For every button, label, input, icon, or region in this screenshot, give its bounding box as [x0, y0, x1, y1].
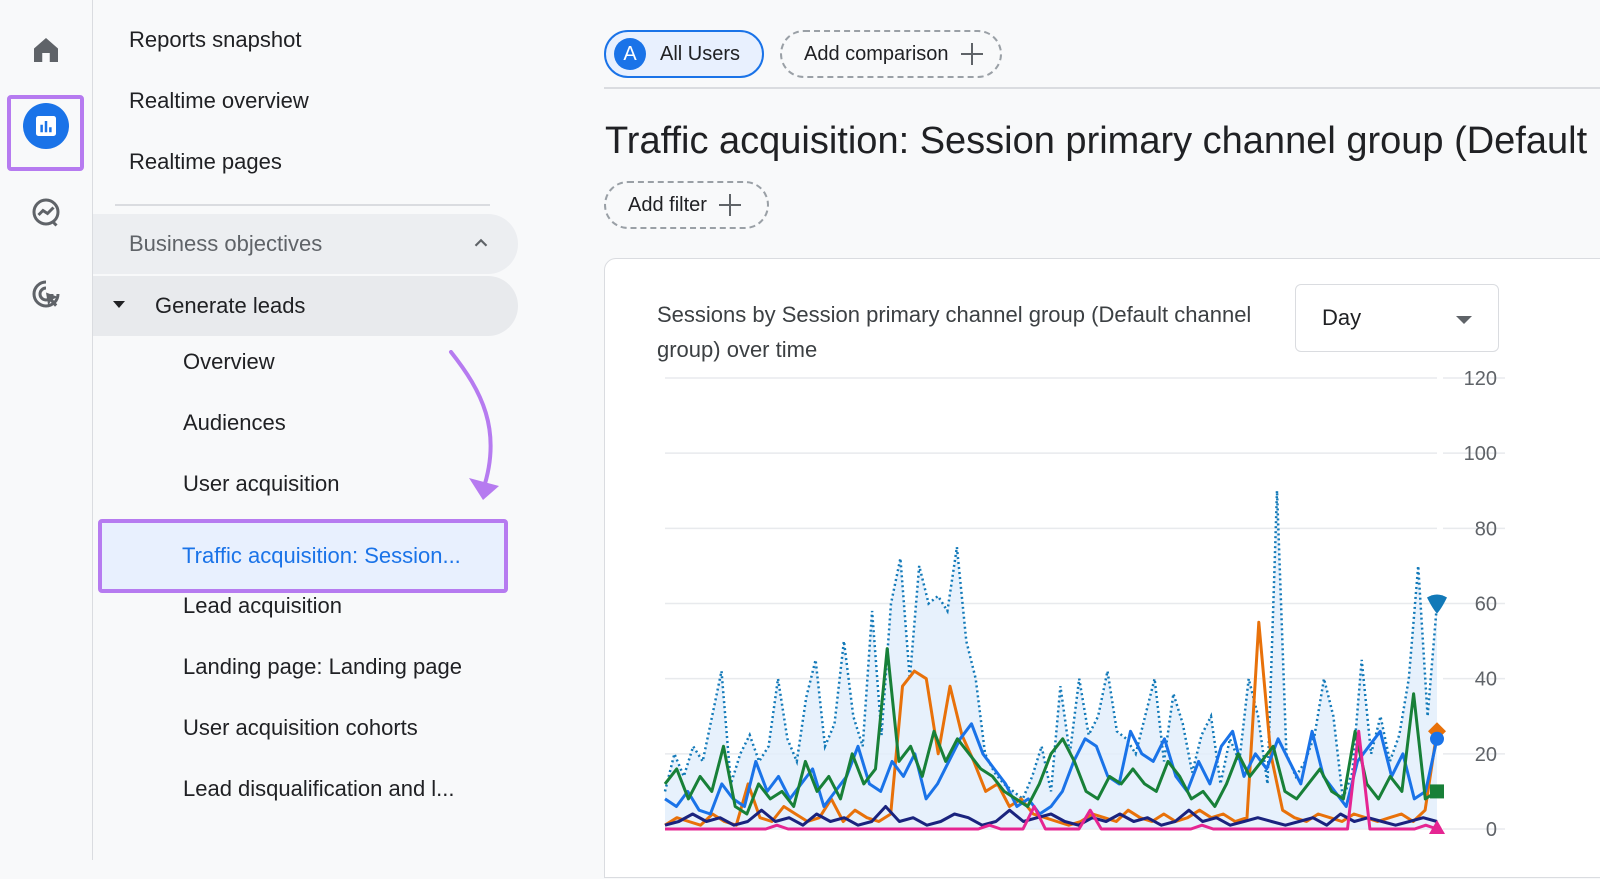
y-tick-label: 60	[1475, 594, 1497, 616]
segment-chip[interactable]: A All Users	[604, 30, 764, 78]
y-tick-label: 20	[1475, 744, 1497, 766]
section-business-objectives[interactable]: Business objectives	[93, 214, 518, 274]
segment-avatar: A	[614, 38, 646, 70]
nav-divider	[115, 204, 490, 206]
reports-nav-panel: Reports snapshot Realtime overview Realt…	[93, 0, 523, 860]
section-label: Business objectives	[129, 231, 323, 256]
nav-realtime-pages[interactable]: Realtime pages	[93, 132, 508, 192]
y-tick-label: 100	[1464, 443, 1497, 465]
group-generate-leads[interactable]: Generate leads	[93, 276, 518, 336]
report-main: A All Users Add comparison Traffic acqui…	[523, 0, 1600, 878]
nav-lead-disqualification[interactable]: Lead disqualification and l...	[93, 759, 508, 819]
reports-nav-highlight[interactable]	[7, 95, 84, 171]
explore-icon[interactable]	[14, 180, 78, 244]
group-label: Generate leads	[155, 293, 306, 318]
page-title: Traffic acquisition: Session primary cha…	[605, 120, 1588, 162]
left-nav-rail	[0, 0, 93, 860]
add-filter-label: Add filter	[628, 193, 707, 216]
bar-chart-icon[interactable]	[23, 103, 69, 149]
chart-card: Sessions by Session primary channel grou…	[604, 258, 1600, 878]
nav-reports-snapshot[interactable]: Reports snapshot	[93, 10, 508, 70]
nav-lead-acquisition[interactable]: Lead acquisition	[93, 576, 508, 636]
y-tick-label: 0	[1486, 819, 1497, 841]
series-end-marker	[1430, 784, 1444, 799]
plus-icon	[718, 194, 741, 216]
home-icon[interactable]	[14, 18, 78, 82]
y-tick-label: 40	[1475, 669, 1497, 691]
nav-user-acquisition-cohorts[interactable]: User acquisition cohorts	[93, 698, 508, 758]
nav-landing-page[interactable]: Landing page: Landing page	[93, 637, 508, 697]
add-comparison-label: Add comparison	[804, 42, 949, 65]
series-end-marker	[1430, 731, 1444, 746]
add-comparison-button[interactable]: Add comparison	[780, 30, 1002, 78]
caret-down-icon	[113, 301, 125, 308]
plus-icon	[960, 43, 983, 65]
line-chart[interactable]: 0 20 40 60 80 100 120	[605, 259, 1600, 879]
header-divider	[604, 87, 1600, 89]
nav-realtime-overview[interactable]: Realtime overview	[93, 71, 508, 131]
annotation-arrow	[449, 350, 499, 500]
y-tick-label: 120	[1464, 368, 1497, 390]
add-filter-button[interactable]: Add filter	[604, 181, 769, 229]
segment-label: All Users	[660, 42, 741, 65]
chevron-up-icon	[474, 238, 488, 247]
cursor-target-icon[interactable]	[14, 262, 78, 326]
y-tick-label: 80	[1475, 518, 1497, 540]
